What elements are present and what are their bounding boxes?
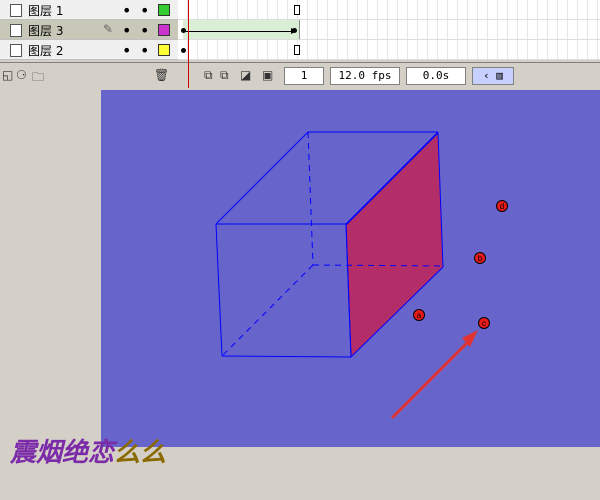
tween-arrow-line (185, 31, 293, 32)
center-frame-icon[interactable]: ⧉ (204, 68, 213, 83)
add-folder-icon[interactable]: 🗀 (32, 68, 44, 89)
lock-dot-icon[interactable]: • (140, 41, 149, 60)
point-marker: a (413, 309, 425, 321)
cube-edge (215, 131, 309, 225)
layer-name: 图层 1 (28, 4, 64, 18)
layer-page-icon (10, 24, 22, 37)
keyframe-dot[interactable] (292, 28, 297, 33)
timeline-toolbar: ◱ ⚆ 🗀 🗑 ⧉ ⧉ ◪ ▣ 1 12.0 fps 0.0s ‹ ▥ (0, 62, 600, 89)
add-layer-icon[interactable]: ◱ (2, 68, 13, 82)
point-marker: d (496, 200, 508, 212)
cube-front-face (345, 131, 444, 359)
watermark-text: 震烟绝恋 (10, 438, 115, 468)
layer-color-swatch[interactable] (158, 4, 170, 16)
layer-list: 图层 1 • • 图层 3 ✎ • • 图层 2 • • (0, 0, 179, 60)
pencil-icon: ✎ (103, 22, 114, 36)
add-guide-layer-icon[interactable]: ⚆ (16, 68, 27, 82)
layer-row[interactable]: 图层 3 ✎ • • (0, 20, 178, 40)
cube-hidden-edge (307, 131, 314, 266)
layer-color-swatch[interactable] (158, 44, 170, 56)
layer-color-swatch[interactable] (158, 24, 170, 36)
keyframe-end[interactable] (294, 5, 300, 15)
playhead[interactable] (188, 0, 189, 88)
motion-tween-bar[interactable] (183, 20, 300, 39)
frame-grid[interactable] (178, 0, 600, 60)
frame-row[interactable] (178, 20, 600, 40)
arrow-shaft (390, 338, 472, 420)
point-marker: b (474, 252, 486, 264)
cube-edge (221, 355, 352, 358)
visibility-dot-icon[interactable]: • (122, 41, 131, 60)
point-marker: c (478, 317, 490, 329)
watermark: 震烟绝恋么么 (10, 432, 166, 469)
lock-dot-icon[interactable]: • (140, 1, 149, 20)
watermark-text: 么么 (114, 438, 167, 468)
keyframe-dot[interactable] (181, 48, 186, 53)
layer-page-icon (10, 44, 22, 57)
point-label: d (500, 202, 504, 211)
visibility-dot-icon[interactable]: • (122, 1, 131, 20)
point-label: b (478, 254, 483, 263)
layer-row[interactable]: 图层 1 • • (0, 0, 178, 20)
point-label: c (482, 319, 486, 328)
horizontal-scrollbar[interactable]: ‹ ▥ (472, 67, 514, 85)
onion-outline-icon[interactable]: ◪ (240, 68, 251, 82)
frame-row[interactable] (178, 40, 600, 60)
keyframe-end[interactable] (294, 45, 300, 55)
cube-hidden-edge (221, 264, 314, 357)
frame-rate: 12.0 fps (330, 67, 400, 85)
timeline-panel: 图层 1 • • 图层 3 ✎ • • 图层 2 • • ◱ ⚆ 🗀 🗑 ⧉ ⧉… (0, 0, 600, 89)
layer-name: 图层 2 (28, 44, 64, 58)
stage[interactable]: d b a c (101, 90, 600, 447)
trash-icon[interactable]: 🗑 (154, 68, 169, 82)
elapsed-time: 0.0s (406, 67, 466, 85)
layer-name: 图层 3 (28, 24, 64, 38)
visibility-dot-icon[interactable]: • (122, 21, 131, 40)
point-label: a (417, 311, 422, 320)
cube-edge (215, 223, 223, 357)
lock-dot-icon[interactable]: • (140, 21, 149, 40)
keyframe-dot[interactable] (181, 28, 186, 33)
layer-page-icon (10, 4, 22, 17)
edit-multiple-frames-icon[interactable]: ▣ (262, 68, 273, 82)
layer-row[interactable]: 图层 2 • • (0, 40, 178, 60)
onion-skin-icon[interactable]: ⧉ (220, 68, 229, 83)
frame-row[interactable] (178, 0, 600, 20)
current-frame: 1 (284, 67, 324, 85)
